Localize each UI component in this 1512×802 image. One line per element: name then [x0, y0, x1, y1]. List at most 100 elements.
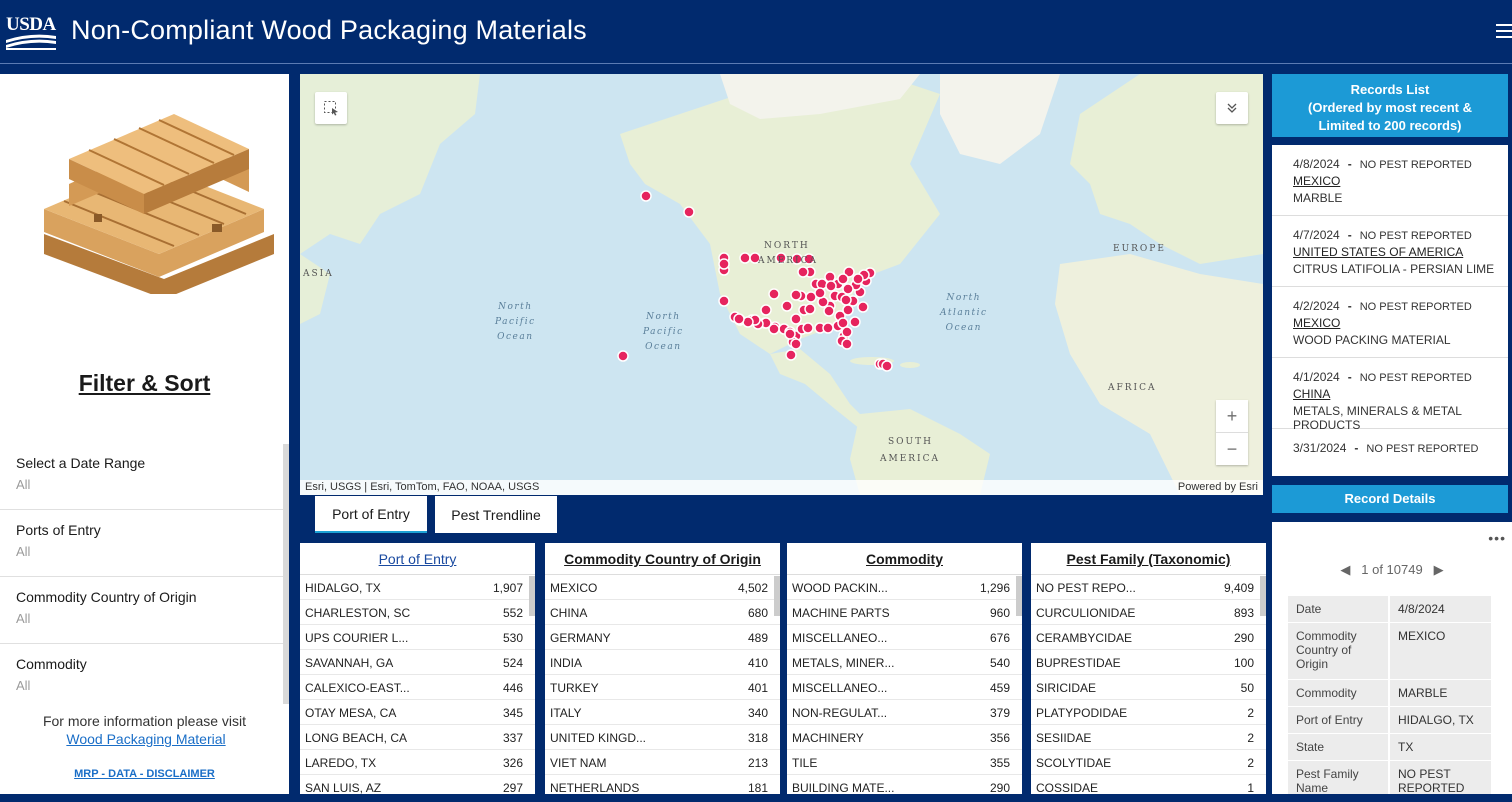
list-item[interactable]: TILE 355	[787, 750, 1022, 775]
record-item[interactable]: 4/1/2024- NO PEST REPORTED CHINA METALS, MI…	[1272, 358, 1508, 432]
list-item[interactable]: HIDALGO, TX 1,907	[300, 575, 535, 600]
record-item[interactable]: 3/31/2024- NO PEST REPORTED	[1272, 429, 1508, 476]
list-item[interactable]: LAREDO, TX 326	[300, 750, 535, 775]
country-of-origin-filter[interactable]: Commodity Country of Origin All	[0, 577, 284, 644]
record-details-panel: ••• ◀ 1 of 10749 ▶ Date 4/8/2024 Commodity…	[1272, 522, 1512, 794]
record-item[interactable]: 4/8/2024- NO PEST REPORTED MEXICO MARBLE	[1272, 145, 1508, 216]
tab-pest-trendline[interactable]: Pest Trendline	[435, 496, 557, 533]
list-item-count: 337	[502, 731, 523, 745]
record-country-link[interactable]: MEXICO	[1293, 316, 1508, 330]
list-header[interactable]: Port of Entry	[300, 543, 535, 575]
europe-label: EUROPE	[1113, 244, 1166, 254]
list-item[interactable]: CERAMBYCIDAE 290	[1031, 625, 1266, 650]
detail-row: Commodity Country of Origin MEXICO	[1288, 623, 1491, 680]
list-item-name: LAREDO, TX	[305, 756, 377, 770]
record-item[interactable]: 4/2/2024- NO PEST REPORTED MEXICO WOOD PACK…	[1272, 287, 1508, 358]
list-item[interactable]: WOOD PACKIN... 1,296	[787, 575, 1022, 600]
hamburger-menu-icon[interactable]	[1496, 24, 1512, 40]
list-item[interactable]: SAVANNAH, GA 524	[300, 650, 535, 675]
more-options-icon[interactable]: •••	[1488, 530, 1506, 546]
list-item[interactable]: LONG BEACH, CA 337	[300, 725, 535, 750]
record-item[interactable]: 4/7/2024- NO PEST REPORTED UNITED STATES O…	[1272, 216, 1508, 287]
asia-label: ASIA	[303, 269, 334, 279]
zoom-in-button[interactable]: +	[1216, 400, 1248, 432]
list-item[interactable]: SESIIDAE 2	[1031, 725, 1266, 750]
list-item[interactable]: NETHERLANDS 181	[545, 775, 780, 794]
commodity-list: Commodity WOOD PACKIN... 1,296 MACHINE PAR…	[787, 543, 1022, 794]
list-item-name: SAN LUIS, AZ	[305, 781, 382, 794]
list-item-name: NETHERLANDS	[550, 781, 640, 794]
list-item[interactable]: BUPRESTIDAE 100	[1031, 650, 1266, 675]
list-item[interactable]: MEXICO 4,502	[545, 575, 780, 600]
list-item[interactable]: UPS COURIER L... 530	[300, 625, 535, 650]
list-item[interactable]: BUILDING MATE... 290	[787, 775, 1022, 794]
list-item-count: 356	[989, 731, 1010, 745]
list-item[interactable]: CHINA 680	[545, 600, 780, 625]
list-item[interactable]: METALS, MINER... 540	[787, 650, 1022, 675]
list-item-name: UNITED KINGD...	[550, 731, 647, 745]
list-item-count: 290	[1233, 631, 1254, 645]
list-item[interactable]: NO PEST REPO... 9,409	[1031, 575, 1266, 600]
page-title: Non-Compliant Wood Packaging Materials	[71, 15, 587, 45]
record-country-link[interactable]: MEXICO	[1293, 174, 1508, 188]
list-header[interactable]: Commodity Country of Origin	[545, 543, 780, 575]
powered-by-esri[interactable]: Powered by Esri	[1178, 481, 1258, 493]
mrp-disclaimer-link[interactable]: MRP - DATA - DISCLAIMER	[0, 768, 289, 780]
list-item[interactable]: SAN LUIS, AZ 297	[300, 775, 535, 794]
list-item[interactable]: ITALY 340	[545, 700, 780, 725]
list-item[interactable]: MACHINERY 356	[787, 725, 1022, 750]
filter-label: Select a Date Range	[16, 455, 146, 471]
next-record-icon[interactable]: ▶	[1434, 562, 1444, 577]
list-item-count: 290	[989, 781, 1010, 794]
list-item-name: MACHINE PARTS	[792, 606, 890, 620]
filter-value: All	[16, 477, 31, 492]
record-country-link[interactable]: UNITED STATES OF AMERICA	[1293, 245, 1508, 259]
record-pager: ◀ 1 of 10749 ▶	[1272, 562, 1512, 578]
zoom-out-button[interactable]: −	[1216, 433, 1248, 465]
commodity-filter[interactable]: Commodity All	[0, 644, 284, 711]
list-item[interactable]: SIRICIDAE 50	[1031, 675, 1266, 700]
prev-record-icon[interactable]: ◀	[1340, 562, 1350, 577]
list-item[interactable]: NON-REGULAT... 379	[787, 700, 1022, 725]
list-item-count: 893	[1233, 606, 1254, 620]
date-range-filter[interactable]: Select a Date Range All	[0, 443, 284, 510]
expand-panel-button[interactable]	[1216, 92, 1248, 124]
list-item[interactable]: INDIA 410	[545, 650, 780, 675]
detail-key: Pest Family Name	[1288, 761, 1390, 794]
filter-scrollbar[interactable]	[283, 444, 289, 704]
list-item[interactable]: TURKEY 401	[545, 675, 780, 700]
list-item[interactable]: VIET NAM 213	[545, 750, 780, 775]
list-item[interactable]: GERMANY 489	[545, 625, 780, 650]
wood-packaging-link[interactable]: Wood Packaging Material	[0, 731, 289, 747]
list-item[interactable]: COSSIDAE 1	[1031, 775, 1266, 794]
list-scrollbar[interactable]	[1260, 576, 1266, 616]
select-tool-button[interactable]	[315, 92, 347, 124]
list-item[interactable]: CURCULIONIDAE 893	[1031, 600, 1266, 625]
list-item[interactable]: OTAY MESA, CA 345	[300, 700, 535, 725]
list-item[interactable]: SCOLYTIDAE 2	[1031, 750, 1266, 775]
list-item[interactable]: UNITED KINGD... 318	[545, 725, 780, 750]
list-item[interactable]: MISCELLANEO... 676	[787, 625, 1022, 650]
records-list-header: Records List (Ordered by most recent & L…	[1272, 74, 1508, 137]
list-item-name: NON-REGULAT...	[792, 706, 888, 720]
record-pest: NO PEST REPORTED	[1366, 443, 1479, 455]
tab-port-of-entry[interactable]: Port of Entry	[315, 496, 427, 533]
record-pest: NO PEST REPORTED	[1359, 159, 1472, 171]
list-scrollbar[interactable]	[774, 576, 780, 616]
list-header[interactable]: Commodity	[787, 543, 1022, 575]
usda-logo[interactable]: USDA	[6, 14, 56, 50]
filter-label: Commodity Country of Origin	[16, 589, 197, 605]
list-item[interactable]: PLATYPODIDAE 2	[1031, 700, 1266, 725]
list-scrollbar[interactable]	[529, 576, 535, 616]
list-item[interactable]: CHARLESTON, SC 552	[300, 600, 535, 625]
list-item[interactable]: MISCELLANEO... 459	[787, 675, 1022, 700]
map-view[interactable]: ASIA NORTH AMERICA EUROPE AFRICA SOUTH A…	[300, 74, 1263, 495]
list-item[interactable]: MACHINE PARTS 960	[787, 600, 1022, 625]
record-pest: NO PEST REPORTED	[1359, 301, 1472, 313]
list-header[interactable]: Pest Family (Taxonomic)	[1031, 543, 1266, 575]
list-item-count: 676	[989, 631, 1010, 645]
list-item[interactable]: CALEXICO-EAST... 446	[300, 675, 535, 700]
record-country-link[interactable]: CHINA	[1293, 387, 1508, 401]
list-scrollbar[interactable]	[1016, 576, 1022, 616]
ports-of-entry-filter[interactable]: Ports of Entry All	[0, 510, 284, 577]
